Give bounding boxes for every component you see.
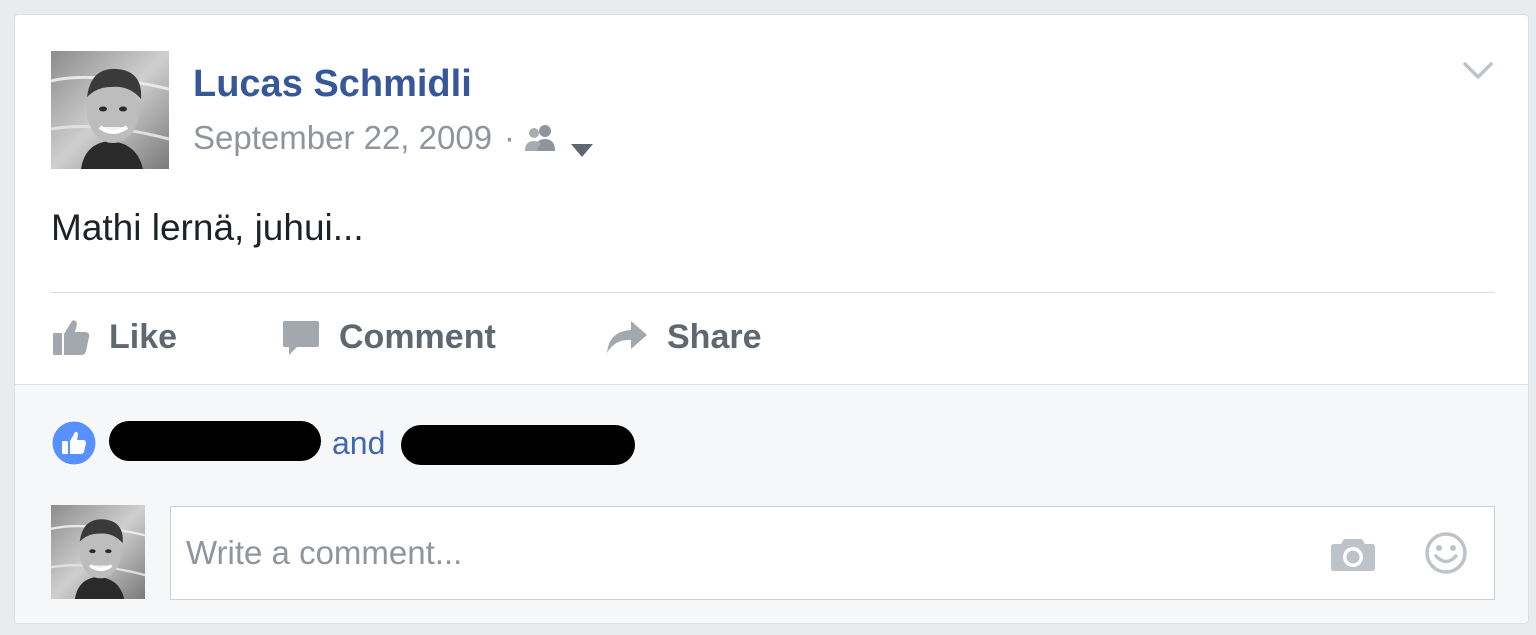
friends-icon (523, 123, 559, 153)
privacy-dropdown-caret-icon[interactable] (569, 129, 595, 157)
post-card: Lucas Schmidli September 22, 2009 · Math… (14, 14, 1529, 624)
redacted-name (401, 425, 635, 465)
like-label: Like (109, 317, 178, 356)
comment-box (170, 506, 1495, 600)
share-label: Share (667, 317, 762, 356)
author-avatar[interactable] (51, 51, 169, 169)
post-meta: September 22, 2009 · (193, 119, 595, 157)
post-date-link[interactable]: September 22, 2009 (193, 119, 492, 157)
comment-label: Comment (339, 317, 496, 356)
post-options-chevron-icon[interactable] (1462, 59, 1494, 83)
commenter-avatar[interactable] (51, 505, 145, 599)
post-actions: Like Comment Share (51, 305, 762, 369)
post-text: Mathi lernä, juhui... (51, 207, 364, 248)
like-badge-icon (51, 420, 97, 466)
author-name-link[interactable]: Lucas Schmidli (193, 63, 472, 106)
post-footer: and (15, 384, 1528, 623)
divider (51, 292, 1494, 293)
camera-icon[interactable] (1330, 533, 1376, 573)
like-button[interactable]: Like (51, 317, 281, 357)
share-arrow-icon (607, 321, 647, 353)
redacted-name (109, 421, 321, 461)
thumbs-up-icon (53, 320, 90, 355)
likes-connector: and (332, 425, 386, 461)
share-button[interactable]: Share (605, 317, 762, 357)
speech-bubble-icon (283, 321, 319, 355)
comment-button[interactable]: Comment (281, 317, 605, 357)
meta-separator: · (504, 119, 516, 156)
comment-input[interactable] (171, 507, 1271, 599)
emoji-icon[interactable] (1424, 531, 1468, 575)
